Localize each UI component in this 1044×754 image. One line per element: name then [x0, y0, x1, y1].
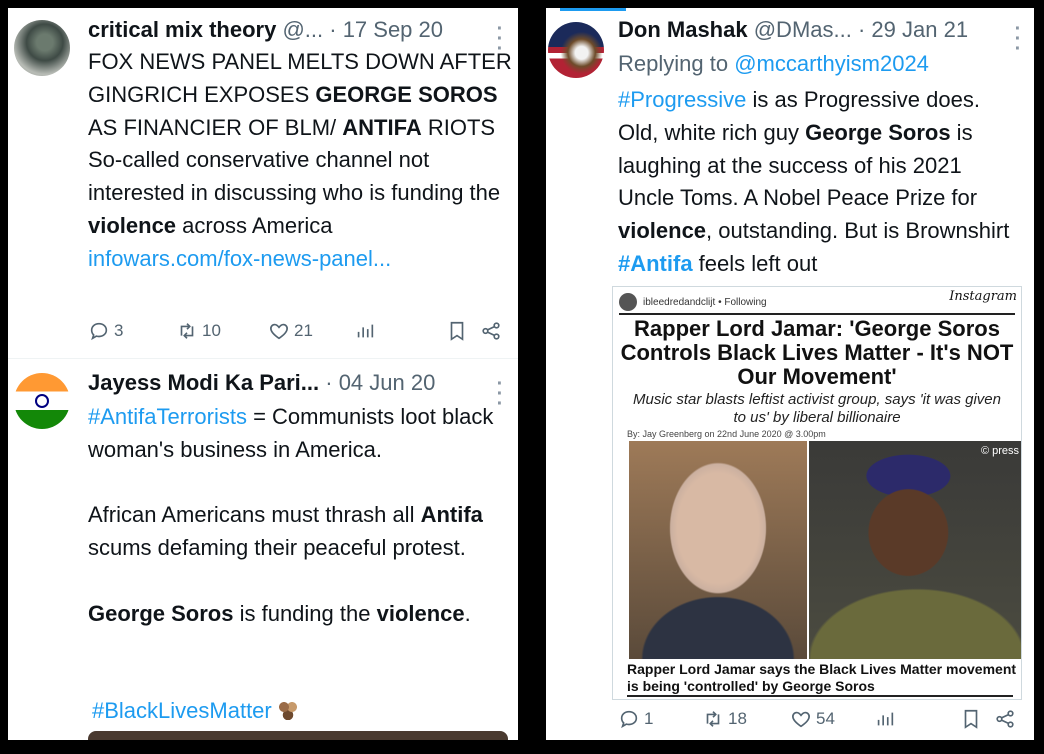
tweet-text: FOX NEWS PANEL MELTS DOWN AFTER GINGRICH…: [88, 46, 516, 276]
bookmark-icon: [964, 709, 978, 729]
instagram-wordmark: Instagram: [949, 289, 1017, 304]
timestamp[interactable]: 17 Sep 20: [343, 17, 443, 42]
bar-chart-icon: [357, 324, 374, 338]
retweet-count: 18: [728, 709, 747, 728]
retweet-button[interactable]: 18: [702, 708, 790, 730]
like-count: 21: [294, 321, 313, 340]
tweet-link[interactable]: infowars.com/fox-news-panel...: [88, 246, 391, 271]
reply-button[interactable]: 3: [88, 320, 176, 342]
tweet-text-segment: across America: [176, 212, 333, 238]
article-headline: Rapper Lord Jamar: 'George Soros Control…: [619, 313, 1015, 389]
display-name[interactable]: Jayess Modi Ka Pari...: [88, 370, 319, 395]
left-screenshot-panel: critical mix theory @... · 17 Sep 20 · · ·…: [8, 8, 518, 740]
share-button[interactable]: [480, 320, 502, 342]
timestamp[interactable]: 29 Jan 21: [871, 17, 968, 42]
tweet-header: Jayess Modi Ka Pari... · 04 Jun 20: [88, 370, 436, 395]
embed-account: ibleedredandclijt: [643, 296, 716, 308]
photo-right-portrait: © press: [807, 441, 1021, 659]
bookmark-button[interactable]: [446, 320, 480, 342]
embedded-image[interactable]: ibleedredandclijt • Following Instagram …: [612, 286, 1022, 700]
display-name[interactable]: Don Mashak: [618, 17, 748, 42]
tweet-2[interactable]: Jayess Modi Ka Pari... · 04 Jun 20 · · · #…: [8, 359, 518, 740]
media-preview-edge: [88, 731, 508, 740]
share-icon: [996, 710, 1014, 728]
raised-fist-emoji-icon: [277, 700, 298, 720]
hashtag-line: #BlackLivesMatter: [92, 695, 298, 728]
timestamp[interactable]: 04 Jun 20: [339, 370, 436, 395]
hashtag-link[interactable]: #Antifa: [618, 251, 693, 276]
handle[interactable]: @...: [282, 17, 323, 42]
like-button[interactable]: 21: [268, 320, 354, 342]
active-indicator: [560, 8, 626, 11]
tweet-header: critical mix theory @... · 17 Sep 20: [88, 17, 443, 42]
bookmark-button[interactable]: [960, 708, 994, 730]
tweet-text: #AntifaTerrorists = Communists loot blac…: [88, 404, 494, 626]
embed-avatar: [619, 293, 637, 311]
share-button[interactable]: [994, 708, 1016, 730]
action-bar: 3 10 21: [88, 320, 504, 342]
photo-left-portrait: [629, 441, 807, 659]
views-button[interactable]: [354, 320, 446, 342]
chakra-icon: [35, 394, 49, 408]
action-bar: 1 18 54: [618, 708, 1028, 730]
reply-context: Replying to @mccarthyism2024: [618, 51, 929, 76]
handle[interactable]: @DMas...: [754, 17, 852, 42]
retweet-icon: [180, 323, 194, 339]
heart-icon: [792, 711, 810, 728]
tweet-text-segment: AS FINANCIER OF BLM/: [88, 114, 343, 140]
bookmark-icon: [450, 321, 464, 341]
tweet-text-segment: GEORGE SOROS: [315, 81, 498, 107]
tweet-text: #Progressive is as Progressive does. Old…: [618, 87, 1010, 276]
photo-caption: Rapper Lord Jamar says the Black Lives M…: [627, 661, 1017, 694]
india-flag-avatar[interactable]: [14, 373, 70, 429]
reply-icon: [620, 710, 638, 729]
press-watermark: © press: [980, 445, 1019, 457]
retweet-button[interactable]: 10: [176, 320, 268, 342]
views-button[interactable]: [874, 708, 960, 730]
heart-icon: [270, 323, 288, 340]
hashtag-link[interactable]: #AntifaTerrorists: [88, 404, 247, 429]
like-button[interactable]: 54: [790, 708, 874, 730]
tweet-text-segment: ANTIFA: [342, 114, 422, 140]
reply-count: 1: [644, 709, 654, 728]
hashtag-link[interactable]: #BlackLivesMatter: [92, 698, 272, 723]
replying-to-link[interactable]: @mccarthyism2024: [734, 51, 929, 76]
tweet-header: Don Mashak @DMas... · 29 Jan 21: [618, 17, 969, 42]
retweet-count: 10: [202, 321, 221, 340]
avatar[interactable]: [14, 20, 70, 76]
tweet-text-segment: violence: [88, 212, 177, 238]
article-byline: By: Jay Greenberg on 22nd June 2020 @ 3.…: [627, 429, 826, 439]
reply-count: 3: [114, 321, 124, 340]
display-name[interactable]: critical mix theory: [88, 17, 276, 42]
like-count: 54: [816, 709, 835, 728]
hashtag-link[interactable]: #Progressive: [618, 87, 746, 112]
article-photo: © press: [629, 441, 1021, 659]
reply-icon: [90, 322, 108, 341]
article-subhead: Music star blasts leftist activist group…: [633, 391, 1001, 426]
retweet-icon: [706, 711, 720, 727]
eagle-flag-avatar[interactable]: [548, 22, 604, 78]
caption-rule: [627, 695, 1013, 697]
tweet-1[interactable]: critical mix theory @... · 17 Sep 20 · · ·…: [8, 8, 518, 358]
share-icon: [482, 322, 500, 340]
right-screenshot-panel: Don Mashak @DMas... · 29 Jan 21 · · · Repl…: [546, 8, 1034, 740]
reply-button[interactable]: 1: [618, 708, 702, 730]
bar-chart-icon: [877, 712, 894, 726]
